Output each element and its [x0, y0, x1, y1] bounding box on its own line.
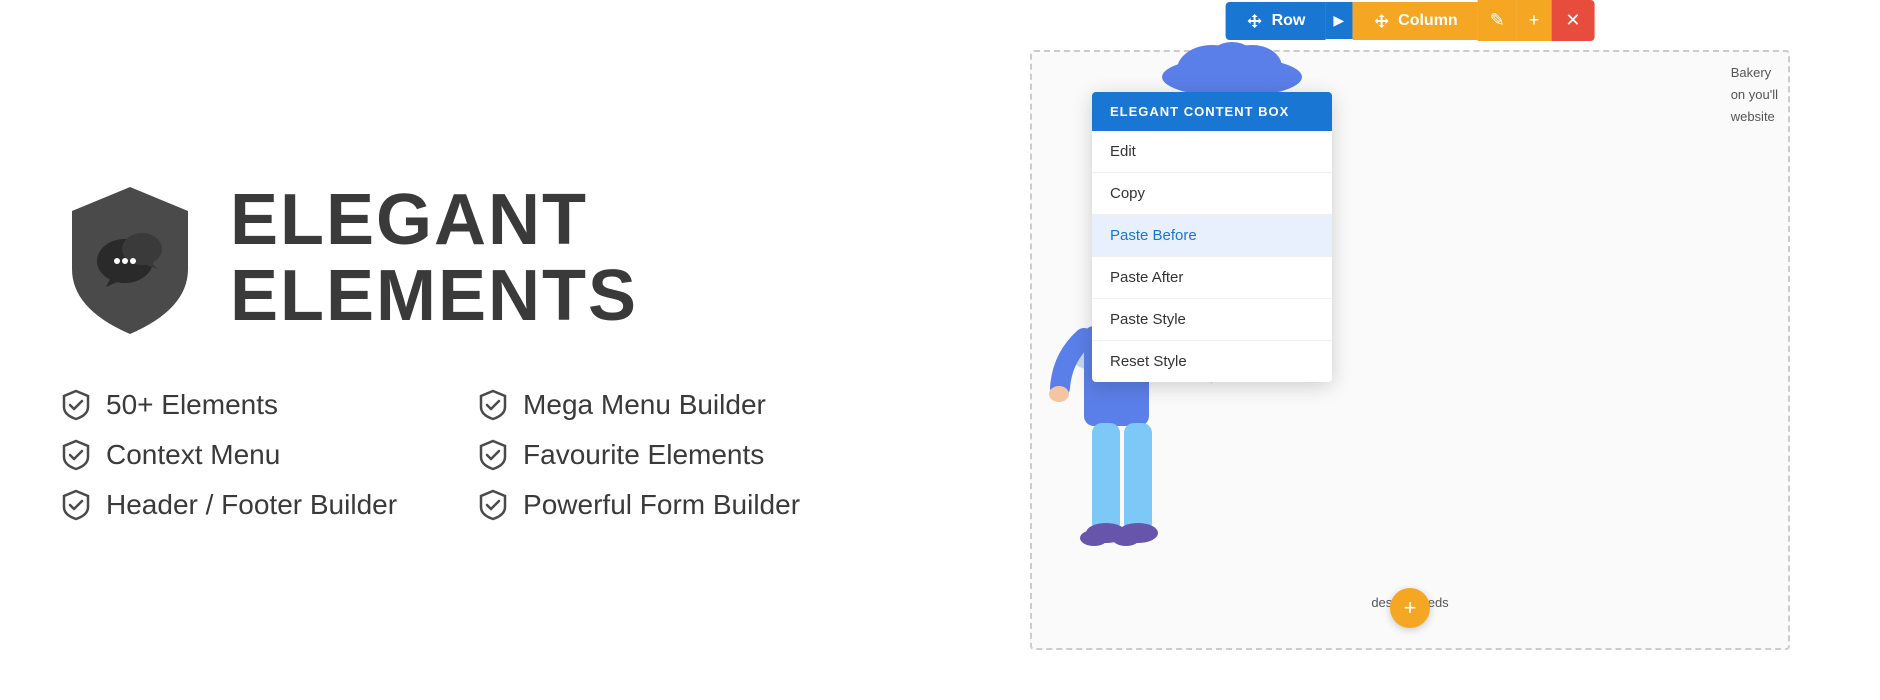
logo-area: ELEGANT ELEMENTS	[60, 179, 638, 339]
cloud-shape	[1152, 42, 1312, 97]
move-icon	[1246, 12, 1264, 30]
context-menu-header: ELEGANT CONTENT BOX	[1092, 92, 1332, 131]
left-section: ELEGANT ELEMENTS 50+ Elements Mega Menu	[60, 139, 1000, 561]
feature-item-6: Powerful Form Builder	[477, 489, 814, 521]
menu-item-paste-after[interactable]: Paste After	[1092, 257, 1332, 299]
menu-item-copy[interactable]: Copy	[1092, 173, 1332, 215]
feature-item-4: Favourite Elements	[477, 439, 814, 471]
features-grid: 50+ Elements Mega Menu Builder Context M…	[60, 389, 814, 521]
bg-text-right: Bakeryon you'llwebsite	[1731, 62, 1778, 128]
column-button[interactable]: Column	[1352, 2, 1478, 40]
check-shield-icon-5	[60, 489, 92, 521]
shield-logo-icon	[60, 179, 200, 339]
check-shield-icon-2	[477, 389, 509, 421]
check-shield-icon-3	[60, 439, 92, 471]
editor-preview: Row ▶ Column ✎ + ✕	[1030, 50, 1790, 650]
close-button[interactable]: ✕	[1551, 0, 1594, 41]
column-move-icon	[1372, 12, 1390, 30]
add-column-button[interactable]: +	[1517, 0, 1552, 41]
menu-item-reset-style[interactable]: Reset Style	[1092, 341, 1332, 382]
feature-item-5: Header / Footer Builder	[60, 489, 397, 521]
row-button[interactable]: Row	[1226, 2, 1326, 40]
editor-toolbar: Row ▶ Column ✎ + ✕	[1226, 0, 1595, 41]
feature-item-3: Context Menu	[60, 439, 397, 471]
edit-button[interactable]: ✎	[1478, 0, 1517, 41]
brand-name: ELEGANT ELEMENTS	[230, 183, 638, 334]
check-shield-icon-1	[60, 389, 92, 421]
menu-item-paste-before[interactable]: Paste Before	[1092, 215, 1332, 257]
menu-item-edit[interactable]: Edit	[1092, 131, 1332, 173]
right-section: Row ▶ Column ✎ + ✕	[1000, 0, 1820, 700]
check-shield-icon-4	[477, 439, 509, 471]
check-shield-icon-6	[477, 489, 509, 521]
add-element-button[interactable]: +	[1390, 588, 1430, 628]
main-container: ELEGANT ELEMENTS 50+ Elements Mega Menu	[0, 0, 1880, 700]
context-menu: ELEGANT CONTENT BOX Edit Copy Paste Befo…	[1092, 92, 1332, 382]
feature-item-2: Mega Menu Builder	[477, 389, 814, 421]
menu-item-paste-style[interactable]: Paste Style	[1092, 299, 1332, 341]
feature-item-1: 50+ Elements	[60, 389, 397, 421]
toolbar-arrow-button[interactable]: ▶	[1325, 2, 1352, 39]
